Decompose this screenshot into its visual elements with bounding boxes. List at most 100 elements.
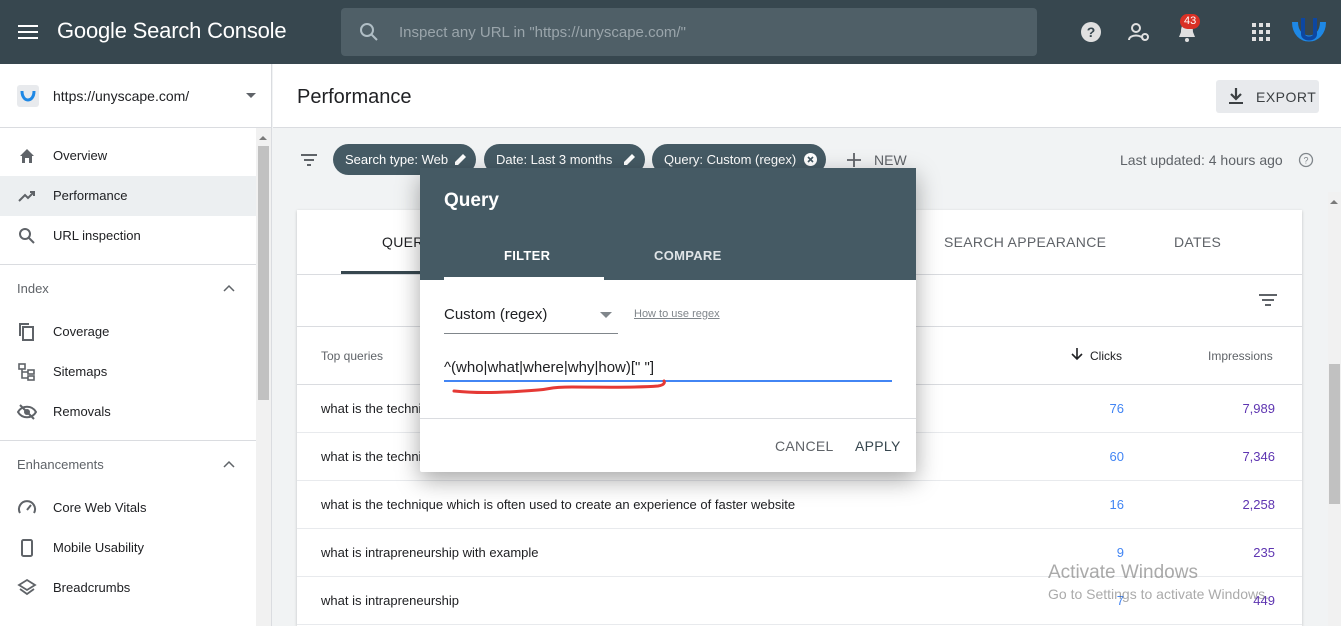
impressions-cell: 7,346 bbox=[1242, 449, 1275, 464]
sidebar-item-core-web-vitals[interactable]: Core Web Vitals bbox=[0, 488, 256, 528]
layers-icon bbox=[17, 578, 37, 596]
match-type-select[interactable]: Custom (regex) bbox=[444, 301, 618, 334]
cancel-button[interactable]: CANCEL bbox=[775, 438, 834, 454]
regex-input[interactable] bbox=[444, 356, 884, 378]
scroll-up-icon[interactable] bbox=[1330, 200, 1338, 204]
filter-rows-icon[interactable] bbox=[1257, 290, 1279, 310]
edit-icon[interactable] bbox=[453, 152, 468, 167]
menu-icon[interactable] bbox=[17, 21, 39, 43]
sidebar-item-label: Sitemaps bbox=[53, 364, 108, 379]
help-icon[interactable]: ? bbox=[1079, 20, 1103, 44]
arrow-down-icon bbox=[1071, 348, 1083, 361]
clicks-cell: 76 bbox=[1109, 401, 1124, 416]
chevron-up-icon bbox=[223, 460, 235, 468]
sidebar-item-overview[interactable]: Overview bbox=[0, 136, 256, 176]
sidebar-item-removals[interactable]: Removals bbox=[0, 392, 256, 432]
chip-label: Search type: Web bbox=[345, 152, 449, 167]
select-value: Custom (regex) bbox=[444, 306, 548, 323]
notification-badge: 43 bbox=[1180, 14, 1201, 29]
eye-off-icon bbox=[17, 404, 37, 420]
property-selector[interactable]: https://unyscape.com/ bbox=[0, 64, 271, 128]
apply-button[interactable]: APPLY bbox=[855, 438, 901, 454]
main-scroll-thumb[interactable] bbox=[1329, 364, 1340, 504]
plus-icon bbox=[847, 153, 861, 167]
sidebar-item-mobile-usability[interactable]: Mobile Usability bbox=[0, 528, 256, 568]
apps-grid-icon[interactable] bbox=[1249, 20, 1273, 44]
sidebar-item-performance[interactable]: Performance bbox=[0, 176, 256, 216]
chip-label: Query: Custom (regex) bbox=[664, 152, 797, 167]
scroll-up-icon[interactable] bbox=[259, 136, 267, 140]
url-inspect-search[interactable] bbox=[341, 8, 1037, 56]
last-updated-text: Last updated: 4 hours ago bbox=[1120, 152, 1283, 168]
svg-text:?: ? bbox=[1087, 24, 1096, 40]
section-header-label: Enhancements bbox=[17, 457, 104, 472]
activation-watermark-subtitle: Go to Settings to activate Windows. bbox=[1048, 586, 1269, 602]
account-avatar[interactable] bbox=[1291, 14, 1327, 50]
svg-text:?: ? bbox=[1303, 156, 1308, 166]
edit-icon[interactable] bbox=[622, 152, 637, 167]
page-header: Performance EXPORT bbox=[273, 64, 1341, 128]
file-copy-icon bbox=[19, 323, 34, 341]
impressions-cell: 235 bbox=[1253, 545, 1275, 560]
query-cell: what is the technique which is often use… bbox=[321, 497, 796, 512]
page-title: Performance bbox=[297, 86, 412, 108]
dialog-header: Query FILTER COMPARE bbox=[420, 168, 916, 280]
impressions-cell: 2,258 bbox=[1242, 497, 1275, 512]
app-title[interactable]: Google Search Console bbox=[57, 18, 287, 44]
sidebar: https://unyscape.com/ Overview Performan… bbox=[0, 64, 272, 626]
tab-compare[interactable]: COMPARE bbox=[654, 248, 722, 263]
sidebar-item-label: Coverage bbox=[53, 324, 110, 339]
red-underline-annotation bbox=[452, 379, 666, 395]
url-inspect-input[interactable] bbox=[399, 20, 999, 44]
trending-up-icon bbox=[18, 191, 35, 202]
clicks-cell: 9 bbox=[1116, 545, 1124, 560]
speedometer-icon bbox=[18, 500, 36, 514]
sidebar-item-sitemaps[interactable]: Sitemaps bbox=[0, 352, 256, 392]
tab-filter[interactable]: FILTER bbox=[504, 248, 550, 263]
home-icon bbox=[20, 149, 34, 163]
dialog-title: Query bbox=[444, 190, 499, 211]
section-header-index[interactable]: Index bbox=[0, 264, 256, 312]
chevron-up-icon bbox=[223, 284, 235, 292]
top-app-bar: Google Search Console ? 43 bbox=[0, 0, 1341, 64]
sidebar-item-label: Performance bbox=[53, 188, 128, 203]
sitemap-icon bbox=[18, 363, 35, 381]
download-icon bbox=[1229, 88, 1243, 104]
column-header-queries[interactable]: Top queries bbox=[321, 349, 383, 363]
query-cell: what is intrapreneurship bbox=[321, 593, 460, 608]
impressions-cell: 7,989 bbox=[1242, 401, 1275, 416]
clicks-cell: 16 bbox=[1109, 497, 1124, 512]
sidebar-scroll-thumb[interactable] bbox=[258, 146, 269, 400]
phone-icon bbox=[21, 539, 33, 557]
table-row[interactable]: what is the technique which is often use… bbox=[297, 481, 1302, 529]
section-header-enhancements[interactable]: Enhancements bbox=[0, 440, 256, 488]
regex-help-link[interactable]: How to use regex bbox=[634, 308, 720, 320]
sidebar-item-label: URL inspection bbox=[53, 228, 141, 243]
sidebar-item-coverage[interactable]: Coverage bbox=[0, 312, 256, 352]
tab-dates[interactable]: DATES bbox=[1174, 234, 1221, 250]
sidebar-item-label: Breadcrumbs bbox=[53, 580, 131, 595]
search-icon bbox=[19, 228, 35, 244]
tab-search-appearance[interactable]: SEARCH APPEARANCE bbox=[944, 234, 1106, 250]
filter-icon[interactable] bbox=[299, 150, 319, 170]
chevron-down-icon bbox=[246, 93, 256, 98]
export-label: EXPORT bbox=[1256, 89, 1317, 105]
new-filter-button[interactable]: NEW bbox=[846, 150, 916, 170]
column-header-impressions[interactable]: Impressions bbox=[1208, 349, 1273, 363]
sidebar-item-label: Overview bbox=[53, 148, 108, 163]
active-tab-indicator bbox=[444, 277, 604, 280]
search-icon bbox=[360, 23, 378, 41]
export-button[interactable]: EXPORT bbox=[1216, 80, 1319, 113]
query-cell: what is intrapreneurship with example bbox=[321, 545, 539, 560]
sidebar-item-label: Mobile Usability bbox=[53, 540, 145, 555]
sidebar-item-breadcrumbs[interactable]: Breadcrumbs bbox=[0, 568, 256, 608]
column-header-clicks[interactable]: Clicks bbox=[1090, 349, 1122, 363]
help-outline-icon[interactable]: ? bbox=[1298, 152, 1314, 168]
dropdown-arrow-icon bbox=[600, 312, 612, 318]
sidebar-item-url-inspection[interactable]: URL inspection bbox=[0, 216, 256, 256]
close-circle-icon[interactable] bbox=[803, 152, 818, 167]
manage-users-icon[interactable] bbox=[1127, 20, 1151, 44]
section-header-label: Index bbox=[17, 281, 49, 296]
activation-watermark-title: Activate Windows bbox=[1048, 562, 1198, 583]
dialog-divider bbox=[420, 418, 916, 419]
